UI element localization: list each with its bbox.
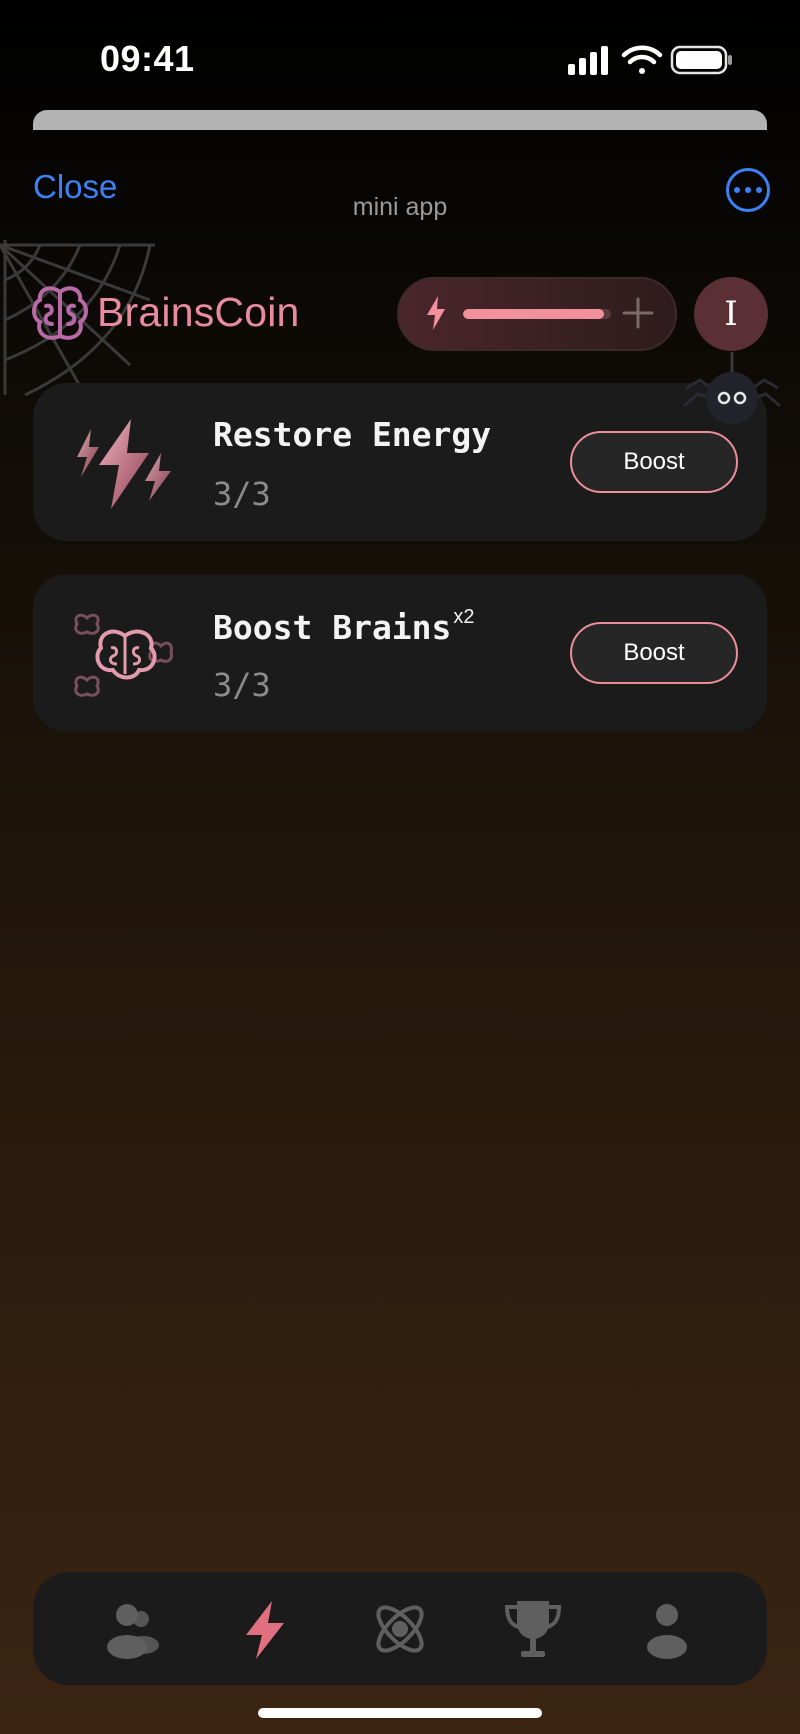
bottom-nav — [33, 1572, 767, 1685]
lightning-icon — [427, 296, 445, 330]
more-options-button[interactable] — [726, 168, 770, 212]
brains-icon — [74, 613, 173, 697]
boost-title: Boost Brains x2 — [213, 606, 475, 647]
boost-title: Restore Energy — [213, 415, 492, 454]
boost-card-restore-energy: Restore Energy 3/3 Boost — [33, 383, 767, 541]
signal-icon — [568, 46, 608, 75]
boost-count: 3/3 — [213, 666, 271, 704]
boost-icon[interactable] — [234, 1597, 298, 1661]
status-icons — [568, 45, 732, 75]
profile-icon[interactable] — [635, 1597, 699, 1661]
plus-icon[interactable] — [620, 295, 656, 331]
trophy-icon[interactable] — [501, 1597, 565, 1661]
spider-icon — [683, 352, 781, 424]
mini-app-label: mini app — [352, 193, 448, 221]
energy-progress-fill — [463, 309, 604, 319]
friends-icon[interactable] — [101, 1597, 165, 1661]
boost-count: 3/3 — [213, 475, 271, 513]
battery-icon — [670, 45, 732, 75]
brainscoin-logo-icon — [32, 286, 88, 340]
sheet-top-bar — [33, 110, 767, 130]
boost-card-boost-brains: Boost Brains x2 3/3 Boost — [33, 574, 767, 732]
status-time: 09:41 — [100, 38, 195, 79]
lightning-icon — [77, 419, 171, 509]
brand-name: BrainsCoin — [97, 289, 300, 335]
boost-button[interactable]: Boost — [570, 622, 738, 684]
wifi-icon — [621, 45, 663, 74]
dot — [745, 187, 751, 193]
avatar[interactable]: I — [694, 277, 768, 351]
dot — [734, 187, 740, 193]
energy-progress-track — [463, 309, 611, 319]
boost-multiplier: x2 — [453, 606, 475, 628]
atom-icon[interactable] — [368, 1597, 432, 1661]
avatar-initial: I — [724, 294, 738, 334]
home-indicator — [258, 1708, 542, 1718]
dot — [756, 187, 762, 193]
